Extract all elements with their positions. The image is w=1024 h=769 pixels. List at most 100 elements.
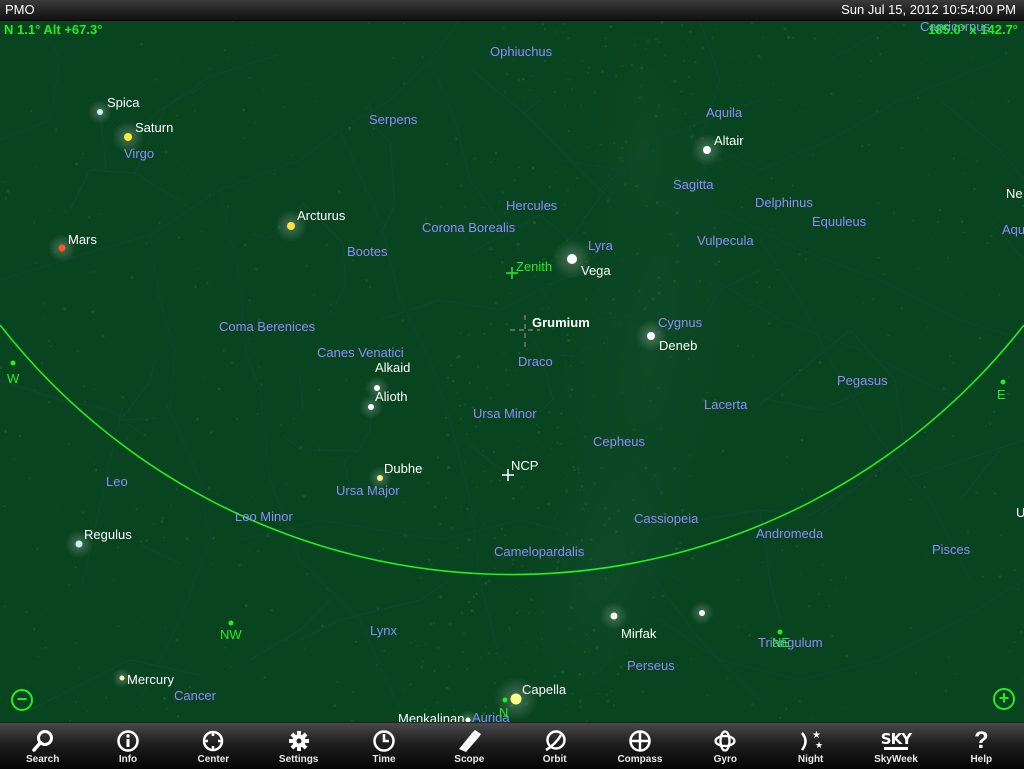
toolbar-label: Orbit	[542, 754, 567, 765]
constellation-label[interactable]: Pisces	[932, 543, 970, 556]
constellation-label[interactable]: Coma Berenices	[219, 320, 315, 333]
constellation-label[interactable]: Cepheus	[593, 435, 645, 448]
constellation-label[interactable]: Leo Minor	[235, 510, 293, 523]
info-icon	[116, 727, 140, 755]
toolbar-label: Time	[372, 754, 396, 765]
constellation-label[interactable]: Camelopardalis	[494, 545, 584, 558]
clock-icon	[372, 727, 396, 755]
constellation-label[interactable]: Draco	[518, 355, 553, 368]
constellation-label[interactable]: Perseus	[627, 659, 675, 672]
toolbar-scope-button[interactable]: Scope	[427, 723, 512, 769]
plus-circle-icon: +	[998, 688, 1010, 708]
fov-readout: 185.0° x 142.7°	[928, 22, 1018, 37]
constellation-label[interactable]: Cassiopeia	[634, 512, 698, 525]
northeast-label: NE	[772, 635, 791, 650]
star-label[interactable]: U	[1016, 506, 1024, 519]
telescope-icon	[456, 727, 482, 755]
constellation-label[interactable]: Hercules	[506, 199, 557, 212]
star-label[interactable]: Vega	[581, 264, 611, 277]
toolbar-search-button[interactable]: Search	[0, 723, 85, 769]
star-label[interactable]: Alkaid	[375, 361, 410, 374]
star-label[interactable]: Spica	[107, 96, 140, 109]
star-label[interactable]: Capella	[522, 683, 566, 696]
constellation-label[interactable]: Aquila	[706, 106, 742, 119]
bright-star	[703, 146, 711, 154]
constellation-label[interactable]: Serpens	[369, 113, 417, 126]
zoom-out-button[interactable]: −	[11, 689, 33, 711]
constellation-label[interactable]: Andromeda	[756, 527, 823, 540]
constellation-label[interactable]: Virgo	[124, 147, 154, 160]
ncp-label[interactable]: NCP	[511, 459, 538, 472]
bright-star	[58, 244, 66, 252]
bright-star	[287, 222, 295, 230]
selected-star-label[interactable]: Grumium	[532, 316, 590, 329]
star-label[interactable]: Alioth	[375, 390, 408, 403]
bright-star	[699, 610, 705, 616]
toolbar-label: Scope	[454, 754, 485, 765]
toolbar-settings-button[interactable]: Settings	[256, 723, 341, 769]
orbit-icon	[543, 727, 567, 755]
constellation-label[interactable]: Pegasus	[837, 374, 888, 387]
constellation-label[interactable]: Ursa Major	[336, 484, 400, 497]
toolbar-night-button[interactable]: ★ ★ Night	[768, 723, 853, 769]
toolbar-compass-button[interactable]: Compass	[597, 723, 682, 769]
star-label[interactable]: Ne	[1006, 187, 1023, 200]
toolbar-label: Help	[970, 754, 993, 765]
toolbar-orbit-button[interactable]: Orbit	[512, 723, 597, 769]
constellation-label[interactable]: Equuleus	[812, 215, 866, 228]
star-label[interactable]: Dubhe	[384, 462, 422, 475]
constellation-label[interactable]: Corona Borealis	[422, 221, 515, 234]
east-label: E	[997, 387, 1006, 402]
toolbar-center-button[interactable]: Center	[171, 723, 256, 769]
constellation-label[interactable]: Cancer	[174, 689, 216, 702]
constellation-label[interactable]: Cygnus	[658, 316, 702, 329]
toolbar-label: Night	[797, 754, 824, 765]
star-label[interactable]: Deneb	[659, 339, 697, 352]
compass-icon	[628, 727, 652, 755]
bright-star	[610, 612, 618, 620]
bright-star	[97, 109, 103, 115]
constellation-label[interactable]: Ophiuchus	[490, 45, 552, 58]
svg-text:★: ★	[812, 730, 821, 741]
star-label[interactable]: Altair	[714, 134, 744, 147]
bright-star	[377, 475, 383, 481]
moon-stars-icon: ★ ★	[798, 727, 824, 755]
planet-label[interactable]: Mars	[68, 233, 97, 246]
star-label[interactable]: Arcturus	[297, 209, 345, 222]
toolbar-info-button[interactable]: Info	[85, 723, 170, 769]
constellation-label[interactable]: Canes Venatici	[317, 346, 404, 359]
gear-icon	[287, 727, 311, 755]
bright-star	[368, 404, 374, 410]
constellation-label[interactable]: Aqu	[1002, 223, 1024, 236]
bright-star	[647, 332, 655, 340]
constellation-label[interactable]: Leo	[106, 475, 128, 488]
star-label[interactable]: Regulus	[84, 528, 132, 541]
toolbar-skyweek-button[interactable]: SKY SkyWeek	[853, 723, 938, 769]
north-label: N	[499, 705, 509, 720]
constellation-label[interactable]: Triangulum	[758, 636, 823, 649]
constellation-label[interactable]: Lacerta	[704, 398, 747, 411]
toolbar-time-button[interactable]: Time	[341, 723, 426, 769]
constellation-label[interactable]: Lynx	[370, 624, 397, 637]
search-icon	[31, 727, 55, 755]
minus-circle-icon: −	[16, 689, 28, 709]
position-readout: N 1.1° Alt +67.3°	[4, 22, 103, 37]
toolbar-label: Settings	[278, 754, 319, 765]
star-label[interactable]: Mirfak	[621, 627, 656, 640]
planet-label[interactable]: Mercury	[127, 673, 174, 686]
planet-label[interactable]: Saturn	[135, 121, 173, 134]
constellation-label[interactable]: Bootes	[347, 245, 387, 258]
toolbar-label: SkyWeek	[874, 754, 918, 765]
zoom-in-button[interactable]: +	[993, 688, 1015, 710]
constellation-label[interactable]: Sagitta	[673, 178, 713, 191]
toolbar-label: Compass	[617, 754, 663, 765]
bright-star	[119, 675, 125, 681]
constellation-label[interactable]: Vulpecula	[697, 234, 754, 247]
toolbar-help-button[interactable]: ? Help	[939, 723, 1024, 769]
status-bar: PMO Sun Jul 15, 2012 10:54:00 PM	[0, 0, 1024, 21]
west-label: W	[7, 371, 20, 386]
toolbar-gyro-button[interactable]: Gyro	[683, 723, 768, 769]
constellation-label[interactable]: Delphinus	[755, 196, 813, 209]
constellation-label[interactable]: Ursa Minor	[473, 407, 537, 420]
constellation-label[interactable]: Lyra	[588, 239, 613, 252]
